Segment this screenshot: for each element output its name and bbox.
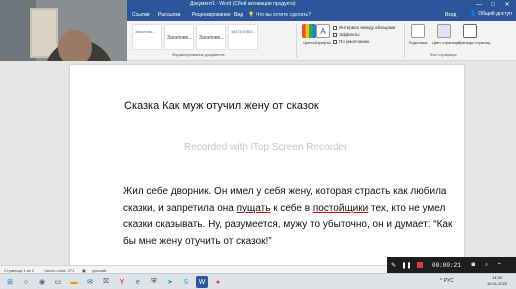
- page-color-button[interactable]: Цвет страницы: [432, 24, 460, 52]
- effects-icon: [333, 32, 337, 37]
- close-button[interactable]: ✕: [500, 0, 514, 10]
- shield-icon[interactable]: ⛨: [148, 276, 160, 288]
- ribbon-divider: [404, 24, 405, 58]
- style-gallery-item[interactable]: ЗАГОЛОВО...: [228, 24, 258, 50]
- style-gallery-item[interactable]: Заголово...: [196, 24, 226, 50]
- page-borders-label: Границы страниц: [458, 40, 491, 45]
- stop-icon: [416, 262, 423, 268]
- watermark-icon: [411, 24, 425, 38]
- spellcheck-word: постойщики: [312, 202, 369, 214]
- window-title: Документ1 - Word (Сбой активации продукт…: [190, 1, 296, 7]
- skype-icon[interactable]: S: [180, 276, 192, 288]
- sign-in-link[interactable]: Вход: [445, 12, 456, 18]
- recorder-watermark: Recorded with iTop Screen Recorder: [184, 142, 348, 153]
- fonts-label: Шрифты: [314, 40, 332, 45]
- group-label-format: Форматирование документа: [172, 52, 225, 57]
- pause-icon[interactable]: ❚❚: [400, 257, 413, 273]
- expand-icon[interactable]: ⌃: [493, 257, 506, 273]
- page-borders-icon: [463, 24, 477, 38]
- document-body: Жил себе дворник. Он имел у себя жену, к…: [123, 184, 463, 250]
- tab-view[interactable]: Вид: [234, 12, 243, 18]
- spacing-icon: [333, 25, 337, 30]
- paragraph-spacing-button[interactable]: Интервал между абзацами: [333, 24, 395, 31]
- checkmark-icon: [333, 39, 337, 44]
- page-color-icon: [437, 24, 451, 38]
- paragraph-spacing-label: Интервал между абзацами: [339, 25, 396, 30]
- set-default-button[interactable]: По умолчанию: [333, 38, 395, 45]
- start-icon[interactable]: ⊞: [4, 276, 16, 288]
- folder-icon[interactable]: ▬: [68, 276, 80, 288]
- edge-icon[interactable]: e: [132, 276, 144, 288]
- tab-references[interactable]: Ссылки: [132, 12, 150, 18]
- style-gallery-item[interactable]: Заголово...: [164, 24, 194, 50]
- effects-label: Эффекты: [339, 32, 360, 37]
- style-preview: ЗАГОЛОВО...: [231, 29, 256, 34]
- screen-recorder-toolbar: ✎ ❚❚ 00:00:21 ◙ ♪ ⌃: [387, 257, 516, 273]
- page-borders-button[interactable]: Границы страниц: [458, 24, 491, 52]
- telegram-icon[interactable]: ➤: [164, 276, 176, 288]
- watermark-label: Подложка: [408, 40, 428, 45]
- task-view-icon[interactable]: ▭: [52, 276, 64, 288]
- group-label-page-background: Фон страницы: [430, 52, 457, 57]
- document-page[interactable]: Сказка Как муж отучил жену от сказок Rec…: [70, 65, 464, 265]
- yandex-icon[interactable]: Y: [116, 276, 128, 288]
- recording-timer: 00:00:21: [432, 261, 461, 269]
- share-button[interactable]: 👤 Общий доступ: [470, 11, 512, 17]
- lightbulb-icon: 💡: [248, 12, 256, 18]
- style-gallery: Заголово... Заголово... Заголово... ЗАГО…: [132, 24, 260, 50]
- search-icon[interactable]: ○: [20, 276, 32, 288]
- style-gallery-item[interactable]: Заголово...: [132, 24, 162, 50]
- camera-icon[interactable]: ◙: [467, 257, 480, 273]
- watermark-button[interactable]: Подложка: [407, 24, 429, 52]
- tell-me-label: Что вы хотите сделать?: [255, 12, 311, 18]
- tab-mailings[interactable]: Рассылки: [158, 12, 180, 18]
- language-indicator[interactable]: русский: [92, 268, 106, 273]
- effects-button[interactable]: Эффекты: [333, 31, 395, 38]
- format-options: Интервал между абзацами Эффекты По умолч…: [333, 24, 395, 45]
- pen-icon[interactable]: ✎: [387, 257, 400, 273]
- store-icon[interactable]: ⛝: [100, 276, 112, 288]
- fonts-button[interactable]: A Шрифты: [313, 24, 333, 52]
- document-area[interactable]: Сказка Как муж отучил жену от сказок Rec…: [0, 61, 516, 265]
- window-controls: — □ ✕: [472, 0, 514, 10]
- word-count[interactable]: Число слов: 271: [44, 268, 74, 273]
- page-count[interactable]: Страница 1 из 2: [4, 268, 34, 273]
- system-tray[interactable]: ^ РУС: [440, 278, 454, 284]
- page-color-label: Цвет страницы: [432, 40, 460, 45]
- share-label: Общий доступ: [478, 11, 512, 17]
- style-preview: Заголово...: [167, 35, 193, 41]
- taskbar: ⊞ ○ ◉ ▭ ▬ ✉ ⛝ Y e ⛨ ➤ S W ● ^ РУС 14:33 …: [0, 273, 516, 289]
- viber-icon[interactable]: ◉: [36, 276, 48, 288]
- document-heading: Сказка Как муж отучил жену от сказок: [124, 100, 319, 112]
- ribbon-divider: [296, 24, 297, 58]
- tab-review[interactable]: Рецензирование: [192, 12, 231, 18]
- tell-me-search[interactable]: 💡 Что вы хотите сделать?: [248, 12, 311, 18]
- set-default-label: По умолчанию: [339, 39, 370, 44]
- mail-icon[interactable]: ✉: [84, 276, 96, 288]
- clock-date: 15.01.2022: [487, 281, 508, 286]
- style-preview: Заголово...: [135, 29, 156, 34]
- font-icon: A: [316, 24, 330, 38]
- recorder-icon[interactable]: ●: [212, 276, 224, 288]
- minimize-button[interactable]: —: [472, 0, 486, 10]
- volume-icon[interactable]: ♪: [480, 257, 493, 273]
- word-icon[interactable]: W: [196, 276, 208, 288]
- maximize-button[interactable]: □: [486, 0, 500, 10]
- style-preview: Заголово...: [199, 35, 225, 41]
- clock[interactable]: 14:33 15.01.2022: [487, 275, 507, 287]
- spellcheck-word: пущать: [236, 202, 271, 214]
- proofing-icon[interactable]: ▣: [82, 268, 86, 273]
- stop-button[interactable]: [413, 257, 426, 273]
- body-text-segment: к себе в: [270, 202, 313, 214]
- person-icon: 👤: [470, 11, 477, 17]
